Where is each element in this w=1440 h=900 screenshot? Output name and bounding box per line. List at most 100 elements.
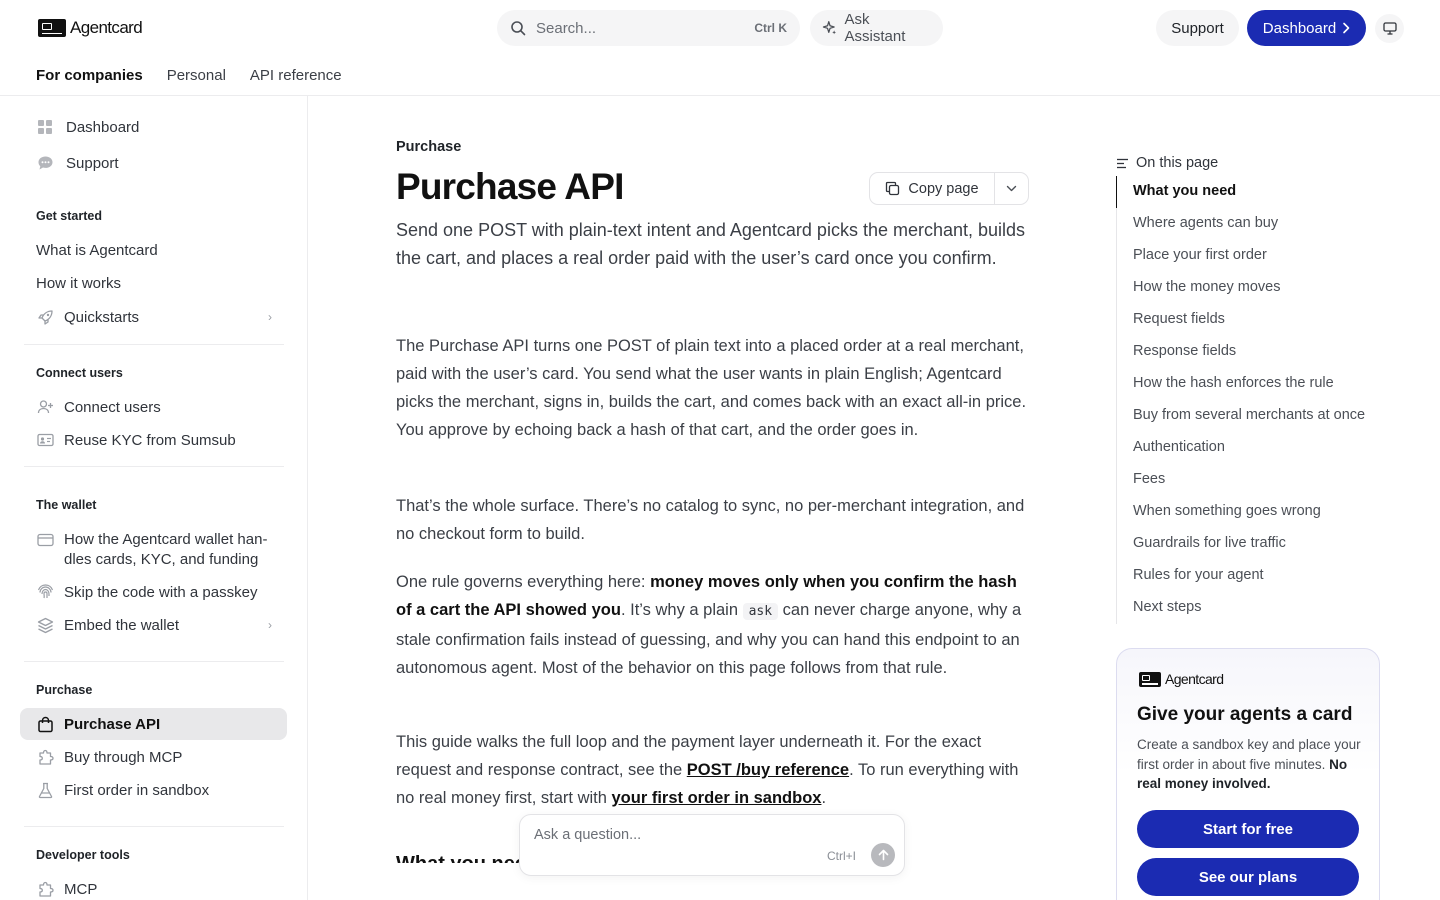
sidebar-item-label: Quickstarts — [64, 308, 140, 326]
see-our-plans-button[interactable]: See our plans — [1137, 858, 1359, 896]
rocket-icon — [36, 308, 54, 326]
sidebar-item-mcp[interactable]: MCP — [36, 880, 97, 898]
chevron-right-icon[interactable]: › — [268, 618, 272, 632]
dashboard-button-label: Dashboard — [1262, 19, 1337, 37]
sidebar-item-support[interactable]: Support — [36, 154, 119, 172]
toc-item[interactable]: Place your first order — [1133, 247, 1267, 263]
tab-api-reference[interactable]: API reference — [250, 58, 342, 96]
paragraph-intro: The Purchase API turns one POST of plain… — [396, 337, 1027, 439]
toc-item[interactable]: Rules for your agent — [1133, 567, 1264, 583]
sidebar-item-buy-through-mcp[interactable]: Buy through MCP — [36, 748, 182, 766]
toc-item[interactable]: Authentication — [1133, 439, 1225, 455]
copy-icon — [886, 181, 900, 196]
text-span: . — [821, 789, 827, 807]
sidebar-item-passkey[interactable]: Skip the code with a passkey — [36, 583, 257, 601]
text-span: One rule governs everything here: — [396, 573, 651, 591]
sidebar-item-label: What is Agentcard — [36, 242, 158, 259]
logo-text: Agentcard — [70, 18, 143, 37]
sidebar-item-how-it-works[interactable]: How it works — [36, 275, 121, 292]
sidebar-item-label: Connect users — [64, 398, 161, 416]
sidebar-item-how-wallet-handles[interactable]: How the Agentcard wallet han-dles cards,… — [36, 530, 267, 570]
sidebar-item-embed-wallet[interactable]: Embed the wallet — [36, 616, 179, 634]
promo-card: Agentcard Give your agents a card Create… — [1116, 648, 1380, 900]
inline-code: ask — [742, 603, 779, 620]
promo-description: Create a sandbox key and place your firs… — [1137, 735, 1363, 794]
sidebar-item-label: Embed the wallet — [64, 616, 180, 634]
toc-item[interactable]: Response fields — [1133, 343, 1236, 359]
sidebar-item-quickstarts[interactable]: Quickstarts — [36, 308, 139, 326]
ask-shortcut: Ctrl+I — [827, 849, 857, 863]
logo-text: Agentcard — [1165, 671, 1224, 687]
search-input[interactable]: Search... Ctrl K — [497, 10, 800, 46]
text-span: Create a sandbox key and place your firs… — [1137, 737, 1361, 772]
toc-item[interactable]: What you need — [1133, 183, 1236, 199]
promo-title: Give your agents a card — [1137, 704, 1353, 725]
sidebar-item-label: Dashboard — [66, 118, 140, 136]
toc-item[interactable]: Buy from several merchants at once — [1133, 407, 1365, 423]
toc-item[interactable]: Next steps — [1133, 599, 1202, 615]
toc-item[interactable]: How the money moves — [1133, 279, 1280, 295]
sidebar-item-label: Support — [66, 154, 119, 172]
sidebar-item-connect-users[interactable]: Connect users — [36, 398, 161, 416]
toc-item[interactable]: When something goes wrong — [1133, 503, 1321, 519]
sidebar-item-label: How it works — [36, 275, 122, 292]
sidebar-heading-get-started: Get started — [36, 209, 102, 223]
sidebar-item-first-order-sandbox[interactable]: First order in sandbox — [36, 781, 209, 799]
support-button[interactable]: Support — [1156, 10, 1239, 46]
section-tabs: For companies Personal API reference — [36, 58, 342, 96]
chevron-right-icon — [1343, 22, 1350, 34]
toc-heading: On this page — [1116, 155, 1218, 171]
breadcrumb-section: Purchase — [396, 139, 462, 155]
fingerprint-icon — [36, 583, 54, 601]
search-shortcut: Ctrl K — [754, 21, 787, 35]
link-first-order-sandbox[interactable]: your first order in sandbox — [612, 789, 822, 807]
sidebar-heading-developer-tools: Developer tools — [36, 848, 130, 862]
puzzle-icon — [36, 748, 54, 766]
toc-item[interactable]: Where agents can buy — [1133, 215, 1278, 231]
sidebar: Dashboard Support Get started What is Ag… — [0, 96, 308, 900]
toc-active-indicator — [1116, 176, 1117, 208]
ask-assistant-button[interactable]: Ask Assistant — [810, 10, 943, 46]
paragraph-surface: That’s the whole surface. There’s no cat… — [396, 497, 1025, 543]
paragraph-guide: This guide walks the full loop and the p… — [396, 728, 1036, 812]
toc-item[interactable]: How the hash enforces the rule — [1133, 375, 1334, 391]
copy-page-label: Copy page — [908, 180, 979, 197]
layers-icon — [36, 616, 54, 634]
sidebar-divider — [24, 826, 284, 827]
text-span: . It’s why a plain — [620, 601, 743, 619]
send-button[interactable] — [871, 843, 895, 867]
monitor-icon — [1382, 22, 1397, 35]
ask-question-input[interactable]: Ask a question... Ctrl+I — [519, 814, 905, 876]
ask-assistant-label: Ask Assistant — [844, 11, 906, 45]
sidebar-item-label: How the Agentcard wallet han-dles cards,… — [64, 530, 267, 570]
toc-item[interactable]: Request fields — [1133, 311, 1225, 327]
sidebar-heading-the-wallet: The wallet — [36, 498, 97, 512]
sparkle-icon — [822, 21, 837, 35]
sidebar-item-label: Purchase API — [64, 715, 161, 733]
sidebar-item-purchase-api[interactable]: Purchase API — [36, 715, 160, 733]
wallet-icon — [36, 531, 54, 549]
sidebar-item-reuse-kyc[interactable]: Reuse KYC from Sumsub — [36, 431, 236, 449]
card-logo-icon — [1139, 671, 1161, 687]
tab-for-companies[interactable]: For companies — [36, 58, 143, 96]
dashboard-button[interactable]: Dashboard — [1247, 10, 1366, 46]
sidebar-divider — [24, 466, 284, 467]
link-post-buy-reference[interactable]: POST /buy reference — [687, 761, 849, 779]
start-for-free-button[interactable]: Start for free — [1137, 810, 1359, 848]
toc-item[interactable]: Guardrails for live traffic — [1133, 535, 1286, 551]
page-lead: Send one POST with plain-text intent and… — [396, 220, 1026, 268]
sidebar-item-label: Skip the code with a passkey — [64, 583, 258, 601]
tab-personal[interactable]: Personal — [167, 58, 226, 96]
copy-page-button[interactable]: Copy page — [870, 173, 995, 204]
sidebar-item-dashboard[interactable]: Dashboard — [36, 118, 139, 136]
toc-item[interactable]: Fees — [1133, 471, 1165, 487]
ask-question-placeholder: Ask a question... — [534, 827, 642, 843]
agentcard-logo[interactable]: Agentcard — [38, 18, 143, 38]
sidebar-item-what-is-agentcard[interactable]: What is Agentcard — [36, 242, 158, 259]
chevron-right-icon[interactable]: › — [268, 310, 272, 324]
sidebar-item-label: Reuse KYC from Sumsub — [64, 431, 236, 449]
copy-options-dropdown[interactable] — [995, 173, 1028, 204]
puzzle-icon — [36, 880, 54, 898]
theme-toggle-button[interactable] — [1375, 14, 1404, 43]
search-placeholder: Search... — [536, 19, 597, 37]
